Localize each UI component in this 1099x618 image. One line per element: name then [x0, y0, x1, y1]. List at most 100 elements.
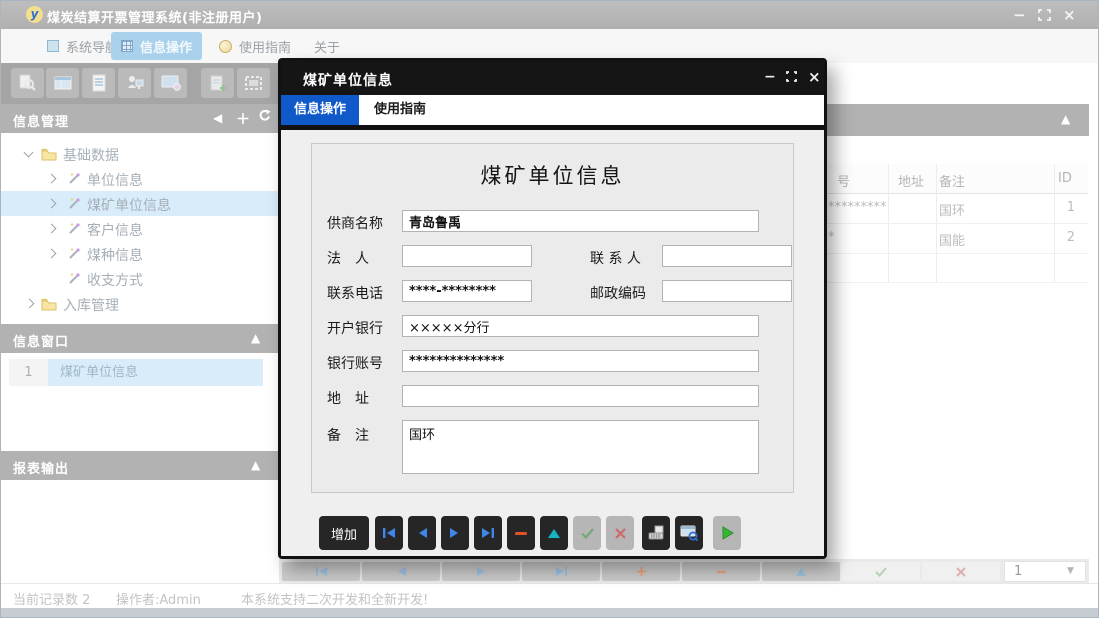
page-select[interactable]: 1 ▼: [1004, 561, 1086, 582]
collapse-up-icon[interactable]: ▲: [1061, 112, 1070, 126]
chevron-right-icon[interactable]: [47, 199, 57, 209]
dialog-close-button[interactable]: ×: [808, 70, 821, 84]
dialog-titlebar: 煤矿单位信息 − ×: [281, 61, 824, 95]
col-id[interactable]: ID: [1058, 171, 1072, 186]
window-list-item[interactable]: 煤矿单位信息: [48, 359, 263, 386]
pager-confirm-button[interactable]: [842, 562, 920, 581]
record-count: 当前记录数 2: [13, 589, 90, 608]
collapse-up-icon[interactable]: ▲: [251, 331, 260, 345]
info-mgmt-title: 信息管理: [13, 111, 69, 130]
wand-icon: [67, 221, 81, 240]
dialog-tab-user-guide[interactable]: 使用指南: [359, 95, 441, 125]
dialog-minimize-button[interactable]: −: [764, 70, 776, 84]
pager-last-button[interactable]: [522, 562, 600, 581]
search-document-icon[interactable]: [11, 68, 44, 98]
confirm-button[interactable]: [573, 516, 601, 550]
supplier-input[interactable]: [402, 210, 759, 232]
tree-item-customer-info[interactable]: 客户信息: [1, 216, 279, 241]
run-button[interactable]: [713, 516, 741, 550]
user-computer-icon[interactable]: [118, 68, 151, 98]
collapse-left-icon[interactable]: ◀: [213, 111, 222, 125]
chevron-down-icon: ▼: [1067, 566, 1074, 576]
phone-input[interactable]: [402, 280, 532, 302]
supplier-label: 供商名称: [327, 213, 383, 233]
tree-item-coal-mine-unit-info[interactable]: 煤矿单位信息: [1, 191, 279, 216]
edit-record-button[interactable]: [540, 516, 568, 550]
report-output-title: 报表输出: [13, 458, 69, 477]
next-record-button[interactable]: [441, 516, 469, 550]
tree-item-warehouse-mgmt[interactable]: 入库管理: [1, 291, 279, 316]
prev-record-button[interactable]: [408, 516, 436, 550]
form-window-icon[interactable]: [46, 68, 79, 98]
table-row-id: 2: [1041, 230, 1075, 245]
pager-edit-button[interactable]: [762, 562, 840, 581]
folder-icon: [41, 296, 57, 315]
collapse-up-icon[interactable]: ▲: [251, 458, 260, 472]
tree-item-coal-type-info[interactable]: 煤种信息: [1, 241, 279, 266]
tab-info-operation[interactable]: 信息操作: [111, 32, 202, 60]
phone-label: 联系电话: [327, 283, 383, 303]
bank-account-input[interactable]: [402, 350, 759, 372]
last-record-button[interactable]: [474, 516, 502, 550]
restore-icon[interactable]: [1038, 9, 1051, 23]
preview-button[interactable]: [675, 516, 703, 550]
tree-item-basic-data[interactable]: 基础数据: [1, 141, 279, 166]
info-window-panel-header[interactable]: 信息窗口 ▲: [1, 324, 279, 353]
pager-cancel-button[interactable]: [922, 562, 1000, 581]
document-icon[interactable]: [82, 68, 115, 98]
postal-code-input[interactable]: [662, 280, 792, 302]
tree-item-payment-method[interactable]: 收支方式: [1, 266, 279, 291]
window-bottom-border: [1, 608, 1099, 618]
coal-mine-unit-dialog: 煤矿单位信息 − × 信息操作 使用指南 煤矿单位信息 供商名称 法 人 联 系…: [278, 58, 827, 559]
bank-input[interactable]: [402, 315, 759, 337]
address-label: 地 址: [327, 388, 369, 408]
table-row-id: 1: [1041, 200, 1075, 215]
form-title: 煤矿单位信息: [312, 160, 793, 190]
minimize-button[interactable]: −: [1013, 8, 1026, 22]
chevron-right-icon[interactable]: [47, 224, 57, 234]
table-row-note: 国能: [939, 230, 965, 249]
chevron-right-icon[interactable]: [47, 249, 57, 259]
dialog-tabbar: 信息操作 使用指南: [281, 95, 824, 125]
pager-prev-button[interactable]: [362, 562, 440, 581]
chevron-right-icon[interactable]: [25, 299, 35, 309]
info-mgmt-panel-header[interactable]: 信息管理 ◀ ＋: [1, 104, 279, 133]
chevron-right-icon[interactable]: [47, 174, 57, 184]
tab-about[interactable]: 关于: [304, 32, 350, 60]
pager-delete-button[interactable]: [682, 562, 760, 581]
operator: 操作者:Admin: [116, 589, 201, 608]
keyboard-button[interactable]: [642, 516, 670, 550]
selection-icon[interactable]: [237, 68, 270, 98]
delete-record-button[interactable]: [507, 516, 535, 550]
add-node-icon[interactable]: ＋: [236, 109, 250, 129]
add-record-button[interactable]: 增加: [319, 516, 369, 550]
document-add-icon[interactable]: [201, 68, 234, 98]
first-record-button[interactable]: [375, 516, 403, 550]
app-title: 煤炭结算开票管理系统(非注册用户): [47, 7, 262, 26]
address-input[interactable]: [402, 385, 759, 407]
col-note[interactable]: 备注: [939, 171, 965, 190]
grid-icon: [121, 40, 133, 52]
legal-person-input[interactable]: [402, 245, 532, 267]
note-textarea[interactable]: 国环: [402, 420, 759, 474]
pager-add-button[interactable]: [602, 562, 680, 581]
close-button[interactable]: ×: [1063, 8, 1076, 22]
chevron-down-icon[interactable]: [24, 148, 34, 158]
dialog-tab-info-operation[interactable]: 信息操作: [281, 95, 359, 125]
col-account-partial[interactable]: 号: [837, 171, 850, 190]
pager-first-button[interactable]: [282, 562, 360, 581]
dialog-maximize-icon[interactable]: [786, 71, 797, 85]
col-address[interactable]: 地址: [898, 171, 924, 190]
pager-next-button[interactable]: [442, 562, 520, 581]
status-bar: 当前记录数 2 操作者:Admin 本系统支持二次开发和全新开发!: [1, 583, 1099, 609]
refresh-icon[interactable]: [258, 109, 271, 125]
table-row-account: *: [828, 230, 835, 245]
dialog-body: 煤矿单位信息 供商名称 法 人 联 系 人 联系电话 邮政编码 开户银行 银行账…: [281, 130, 824, 556]
postal-code-label: 邮政编码: [590, 283, 646, 303]
cancel-button[interactable]: [606, 516, 634, 550]
tree-item-unit-info[interactable]: 单位信息: [1, 166, 279, 191]
report-output-panel-header[interactable]: 报表输出 ▲: [1, 451, 279, 480]
monitor-icon[interactable]: [154, 68, 187, 98]
contact-person-input[interactable]: [662, 245, 792, 267]
tab-user-guide[interactable]: 使用指南: [209, 32, 301, 60]
